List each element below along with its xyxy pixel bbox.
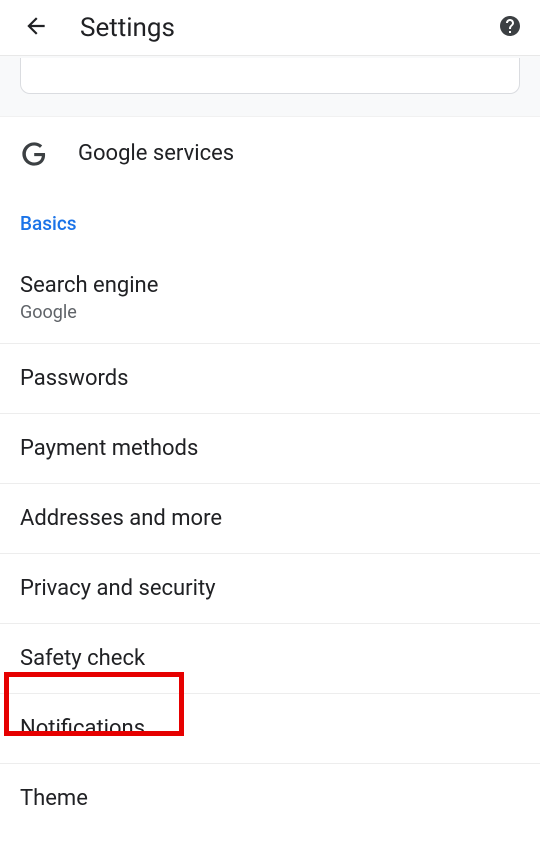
item-title: Safety check [20,646,520,671]
settings-item-addresses[interactable]: Addresses and more [0,484,540,554]
item-title: Search engine [20,273,520,298]
settings-item-notifications[interactable]: Notifications [0,694,540,764]
settings-item-theme[interactable]: Theme [0,764,540,821]
settings-item-safety-check[interactable]: Safety check [0,624,540,694]
section-header-basics: Basics [0,190,540,253]
item-title: Payment methods [20,436,520,461]
app-header: Settings [0,0,540,56]
settings-item-privacy-security[interactable]: Privacy and security [0,554,540,624]
content-area: Google services Basics Search engine Goo… [0,56,540,821]
item-title: Addresses and more [20,506,520,531]
google-services-label: Google services [78,141,234,166]
item-subtitle: Google [20,302,520,323]
settings-item-search-engine[interactable]: Search engine Google [0,253,540,344]
back-arrow-icon [23,13,49,43]
item-title: Privacy and security [20,576,520,601]
help-button[interactable] [496,14,524,42]
item-title: Theme [20,786,520,811]
page-title: Settings [80,13,496,43]
sync-card-bottom[interactable] [20,58,520,94]
help-icon [498,14,522,42]
settings-item-payment-methods[interactable]: Payment methods [0,414,540,484]
google-g-icon [20,140,60,168]
back-button[interactable] [16,8,56,48]
item-title: Passwords [20,366,520,391]
google-services-item[interactable]: Google services [0,116,540,190]
item-title: Notifications [20,716,520,741]
settings-item-passwords[interactable]: Passwords [0,344,540,414]
